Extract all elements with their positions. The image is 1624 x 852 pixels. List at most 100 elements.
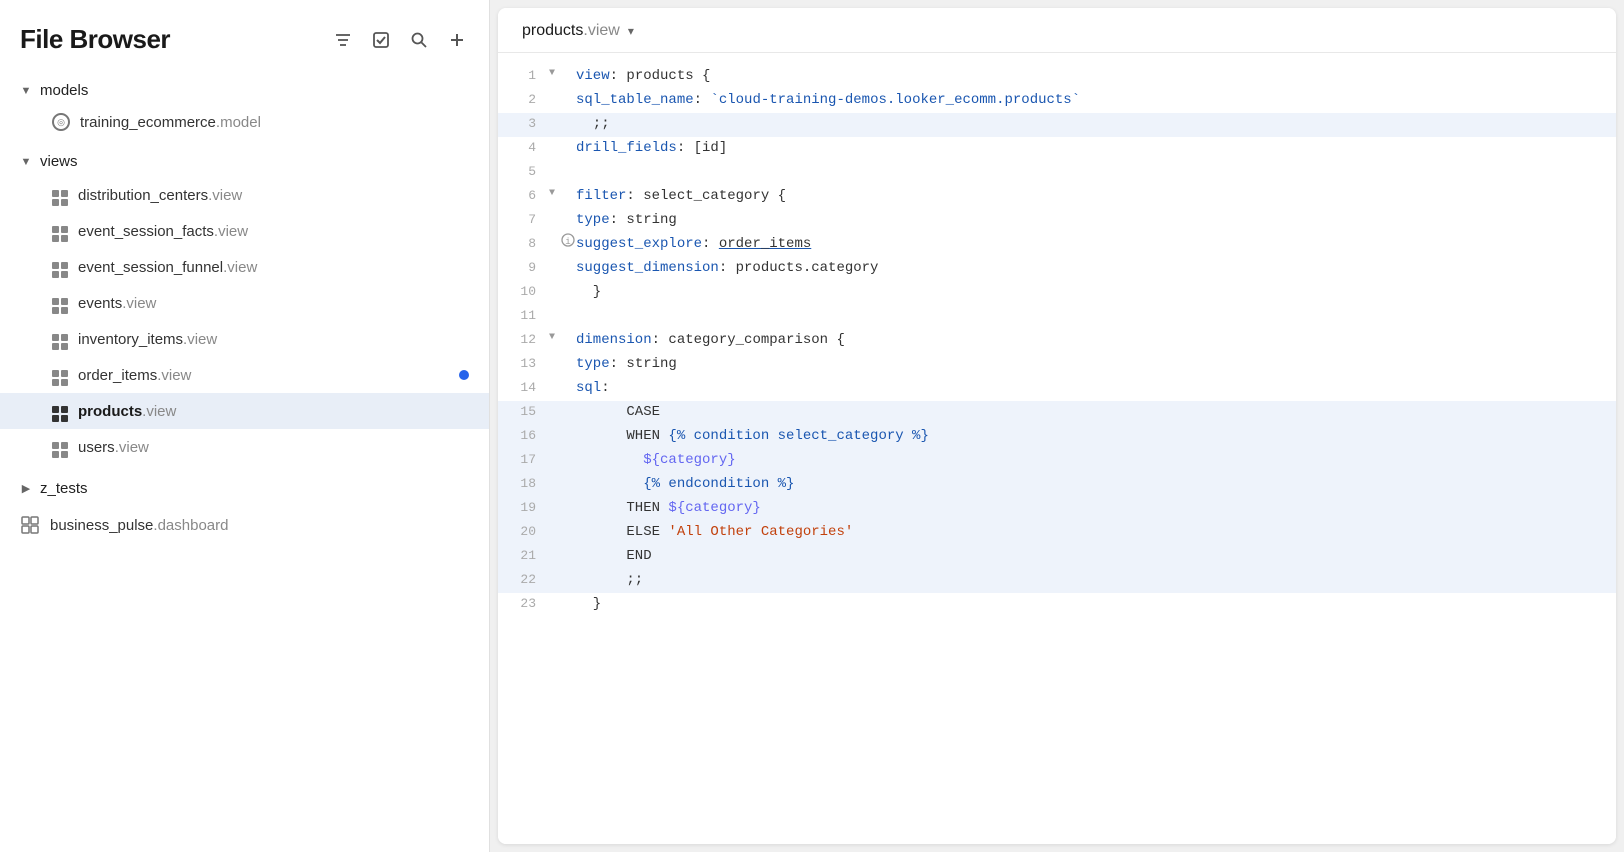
code-line-11: 11 (498, 305, 1616, 329)
code-line-12: 12▼dimension: category_comparison { (498, 329, 1616, 353)
code-line-6: 6▼filter: select_category { (498, 185, 1616, 209)
table-icon-distribution (52, 184, 68, 206)
collapse-arrow-12[interactable]: ▼ (544, 329, 560, 346)
line-content-10: } (576, 281, 1600, 305)
sidebar-item-z-tests[interactable]: ▶ z_tests (0, 473, 489, 504)
line-number-5: 5 (514, 161, 544, 183)
chevron-right-icon-ztests: ▶ (20, 483, 32, 495)
line-number-10: 10 (514, 281, 544, 303)
sidebar-item-users-view[interactable]: users.view (0, 429, 489, 465)
code-line-10: 10 } (498, 281, 1616, 305)
sidebar-item-event-session-funnel-view[interactable]: event_session_funnel.view (0, 249, 489, 285)
line-content-13: type: string (576, 353, 1600, 377)
code-line-3: 3 ;; (498, 113, 1616, 137)
code-line-15: 15 CASE (498, 401, 1616, 425)
table-icon-inventory (52, 328, 68, 350)
table-icon-event-facts (52, 220, 68, 242)
line-content-22: ;; (576, 569, 1600, 593)
editor-tab-products-view[interactable]: products.view ▾ (522, 22, 634, 40)
unsaved-dot-badge (459, 370, 469, 380)
code-editor[interactable]: 1▼view: products {2sql_table_name: `clou… (498, 53, 1616, 844)
models-label: models (40, 82, 88, 99)
search-icon[interactable] (407, 28, 431, 52)
info-icon-8[interactable]: i (560, 233, 576, 247)
sidebar-item-order-items-view[interactable]: order_items.view (0, 357, 489, 393)
code-line-7: 7type: string (498, 209, 1616, 233)
sidebar-item-event-session-facts-view[interactable]: event_session_facts.view (0, 213, 489, 249)
line-content-2: sql_table_name: `cloud-training-demos.lo… (576, 89, 1600, 113)
code-line-22: 22 ;; (498, 569, 1616, 593)
line-number-21: 21 (514, 545, 544, 567)
line-content-4: drill_fields: [id] (576, 137, 1600, 161)
line-number-17: 17 (514, 449, 544, 471)
code-line-20: 20 ELSE 'All Other Categories' (498, 521, 1616, 545)
models-children: ◎ training_ecommerce.model (0, 106, 489, 138)
chevron-down-icon: ▼ (20, 85, 32, 97)
views-label: views (40, 153, 78, 170)
line-number-22: 22 (514, 569, 544, 591)
table-icon-users (52, 436, 68, 458)
sidebar-header: File Browser (0, 0, 489, 71)
line-number-8: 8 (514, 233, 544, 255)
table-icon-event-funnel (52, 256, 68, 278)
code-line-19: 19 THEN ${category} (498, 497, 1616, 521)
sidebar-item-models[interactable]: ▼ models (0, 75, 489, 106)
line-number-13: 13 (514, 353, 544, 375)
line-number-2: 2 (514, 89, 544, 111)
code-line-13: 13 type: string (498, 353, 1616, 377)
sidebar-item-business-pulse-dashboard[interactable]: business_pulse.dashboard (0, 508, 489, 542)
code-line-23: 23 } (498, 593, 1616, 617)
code-line-9: 9suggest_dimension: products.category (498, 257, 1616, 281)
sidebar-item-events-view[interactable]: events.view (0, 285, 489, 321)
line-number-15: 15 (514, 401, 544, 423)
line-content-20: ELSE 'All Other Categories' (576, 521, 1600, 545)
line-number-16: 16 (514, 425, 544, 447)
line-content-17: ${category} (576, 449, 1600, 473)
model-item-name: training_ecommerce.model (80, 114, 261, 131)
line-content-3: ;; (576, 113, 1600, 137)
code-line-14: 14 sql: (498, 377, 1616, 401)
tab-filename: products.view (522, 22, 620, 40)
line-content-15: CASE (576, 401, 1600, 425)
line-content-6: filter: select_category { (576, 185, 1600, 209)
code-line-5: 5 (498, 161, 1616, 185)
sidebar-item-views[interactable]: ▼ views (0, 146, 489, 177)
chevron-down-icon-views: ▼ (20, 156, 32, 168)
svg-text:i: i (565, 237, 570, 247)
filter-icon[interactable] (331, 28, 355, 52)
code-line-8: 8isuggest_explore: order_items (498, 233, 1616, 257)
code-line-16: 16 WHEN {% condition select_category %} (498, 425, 1616, 449)
collapse-arrow-1[interactable]: ▼ (544, 65, 560, 82)
sidebar-title: File Browser (20, 24, 170, 55)
collapse-arrow-6[interactable]: ▼ (544, 185, 560, 202)
z-tests-label: z_tests (40, 480, 88, 497)
line-content-14: sql: (576, 377, 1600, 401)
table-icon-order-items (52, 364, 68, 386)
line-number-19: 19 (514, 497, 544, 519)
plus-icon[interactable] (445, 28, 469, 52)
line-content-16: WHEN {% condition select_category %} (576, 425, 1600, 449)
line-content-21: END (576, 545, 1600, 569)
editor-tab-bar: products.view ▾ (498, 8, 1616, 53)
line-number-14: 14 (514, 377, 544, 399)
line-number-12: 12 (514, 329, 544, 351)
tab-dropdown-arrow[interactable]: ▾ (628, 24, 634, 38)
views-section: ▼ views distribution_centers.view event_… (0, 142, 489, 469)
sidebar-item-training-ecommerce-model[interactable]: ◎ training_ecommerce.model (0, 106, 489, 138)
code-line-2: 2 sql_table_name: `cloud-training-demos.l… (498, 89, 1616, 113)
sidebar-item-inventory-items-view[interactable]: inventory_items.view (0, 321, 489, 357)
line-number-4: 4 (514, 137, 544, 159)
table-icon-products (52, 400, 68, 422)
line-content-7: type: string (576, 209, 1600, 233)
line-content-19: THEN ${category} (576, 497, 1600, 521)
line-number-3: 3 (514, 113, 544, 135)
sidebar-item-products-view[interactable]: products.view (0, 393, 489, 429)
checkbox-icon[interactable] (369, 28, 393, 52)
views-children: distribution_centers.view event_session_… (0, 177, 489, 465)
line-number-20: 20 (514, 521, 544, 543)
editor-panel: products.view ▾ 1▼view: products {2sql_t… (498, 8, 1616, 844)
sidebar-item-distribution-centers-view[interactable]: distribution_centers.view (0, 177, 489, 213)
line-number-11: 11 (514, 305, 544, 327)
table-icon-events (52, 292, 68, 314)
line-content-1: view: products { (576, 65, 1600, 89)
